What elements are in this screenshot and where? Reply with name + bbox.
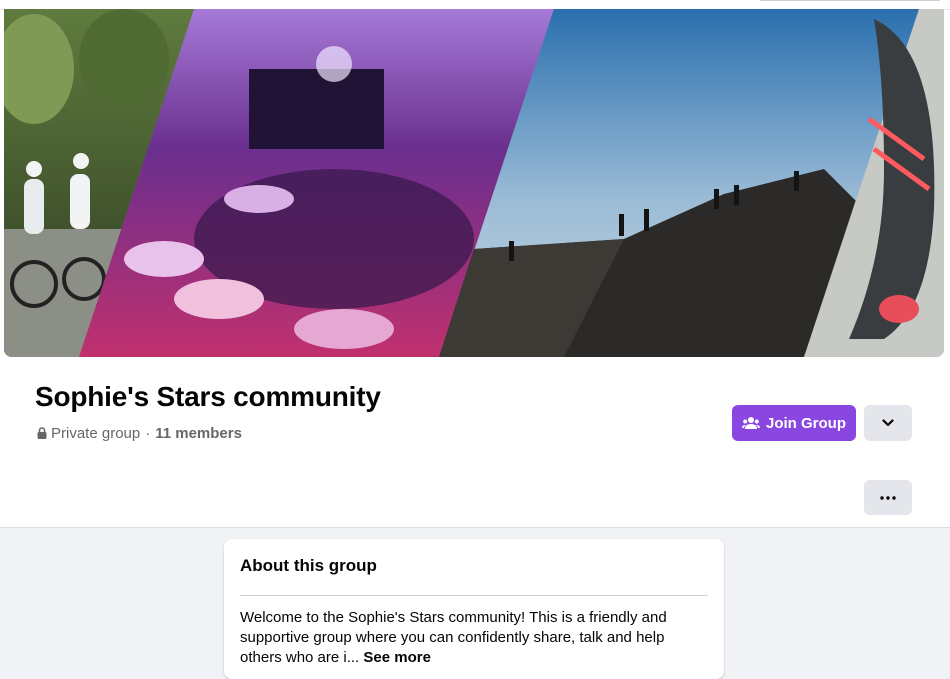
cover-photo[interactable] <box>4 9 944 357</box>
lock-icon <box>37 427 47 439</box>
see-more-link[interactable]: See more <box>363 649 431 666</box>
join-group-label: Join Group <box>766 414 846 432</box>
more-options-button[interactable] <box>864 480 912 515</box>
about-title: About this group <box>240 556 377 575</box>
group-options-dropdown[interactable] <box>864 405 912 441</box>
group-name: Sophie's Stars community <box>35 381 381 412</box>
ellipsis-icon <box>880 495 896 500</box>
about-group-card: About this group Welcome to the Sophie's… <box>224 539 724 679</box>
about-description-text: Welcome to the Sophie's Stars community!… <box>240 609 667 666</box>
join-group-button[interactable]: Join Group <box>732 405 856 441</box>
about-divider <box>240 595 708 596</box>
chevron-down-icon <box>882 419 894 427</box>
member-count[interactable]: 11 members <box>155 425 242 442</box>
meta-separator: · <box>145 424 151 442</box>
group-meta: Private group · 11 members <box>37 424 242 442</box>
people-icon <box>742 417 760 429</box>
about-description: Welcome to the Sophie's Stars community!… <box>240 608 710 668</box>
privacy-label[interactable]: Private group <box>51 425 140 442</box>
top-bar-divider <box>760 0 940 1</box>
group-header: Sophie's Stars community Private group ·… <box>0 0 950 528</box>
